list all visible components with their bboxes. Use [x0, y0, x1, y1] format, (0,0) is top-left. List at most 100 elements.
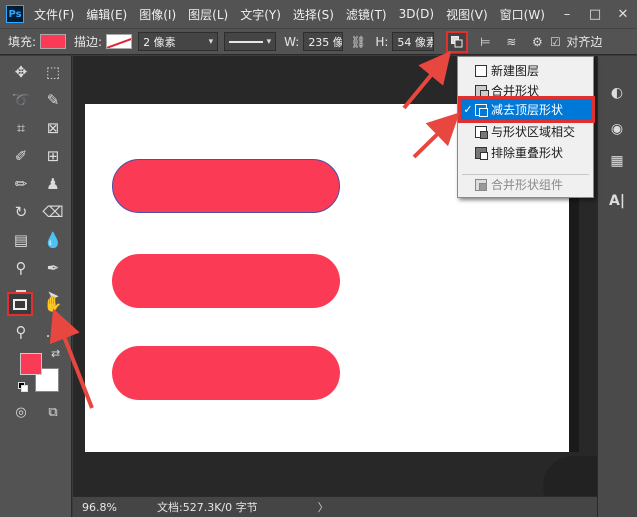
- eyedropper-tool[interactable]: ✐: [8, 144, 34, 168]
- checkmark-icon: ✓: [463, 103, 473, 116]
- rounded-rectangle-shape[interactable]: [112, 254, 340, 308]
- menu-item-merge-components: 合并形状组件: [458, 174, 593, 195]
- path-alignment-icon[interactable]: ⊨: [476, 33, 494, 51]
- menu-item-subtract-front-shape[interactable]: ✓ 减去顶层形状: [458, 99, 593, 120]
- stroke-width-value: 2 像素: [143, 35, 176, 49]
- default-colors-icon[interactable]: [18, 382, 28, 392]
- path-operations-icon: [451, 35, 463, 47]
- menu-item-label: 与形状区域相交: [491, 125, 576, 139]
- dodge-tool[interactable]: ⚲: [8, 256, 34, 280]
- width-label: W:: [284, 34, 300, 49]
- menu-3d[interactable]: 3D(D): [399, 7, 434, 21]
- menu-image[interactable]: 图像(I): [139, 6, 176, 23]
- align-edges-label: 对齐边: [566, 35, 603, 49]
- options-bar: 填充: 描边: 2 像素 ▾ ▾ W: 235 像 ⛓ H: 54 像素 ⊨ ≋…: [0, 28, 637, 55]
- menu-type[interactable]: 文字(Y): [240, 6, 281, 23]
- gradient-tool[interactable]: ▤: [8, 228, 34, 252]
- crop-tool[interactable]: ⌗: [8, 116, 34, 140]
- menu-item-exclude-overlap[interactable]: 排除重叠形状: [458, 142, 593, 163]
- subtract-front-shape-icon: [475, 103, 488, 117]
- gear-icon[interactable]: ⚙: [528, 33, 546, 51]
- quick-select-tool[interactable]: ✎: [40, 88, 66, 112]
- menu-item-label: 减去顶层形状: [491, 103, 564, 117]
- menu-item-new-layer[interactable]: 新建图层: [458, 60, 593, 81]
- marquee-tool[interactable]: ⬚: [40, 60, 66, 84]
- menu-item-label: 新建图层: [491, 64, 540, 78]
- path-arrangement-icon[interactable]: ≋: [502, 33, 520, 51]
- right-panel-strip: ◐ ◉ ▦ A|: [597, 56, 637, 517]
- zoom-tool[interactable]: ⚲: [8, 320, 34, 344]
- foreground-color-swatch[interactable]: [20, 353, 42, 375]
- link-icon[interactable]: ⛓: [349, 33, 367, 51]
- more-tools-icon[interactable]: …: [40, 320, 66, 344]
- menu-edit[interactable]: 编辑(E): [86, 6, 127, 23]
- rounded-rectangle-shape-selected[interactable]: [112, 159, 340, 213]
- stamp-tool[interactable]: ♟: [40, 172, 66, 196]
- exclude-overlap-icon: [475, 146, 488, 160]
- menu-item-intersect-shapes[interactable]: 与形状区域相交: [458, 121, 593, 142]
- zoom-level[interactable]: 96.8%: [73, 501, 121, 514]
- stroke-width-field[interactable]: 2 像素 ▾: [138, 32, 219, 51]
- menu-item-label: 排除重叠形状: [491, 146, 564, 160]
- menu-select[interactable]: 选择(S): [293, 6, 334, 23]
- brush-tool[interactable]: ✏: [8, 172, 34, 196]
- fill-color-swatch[interactable]: [40, 34, 67, 49]
- rectangle-tool[interactable]: [7, 292, 33, 316]
- character-icon[interactable]: A|: [606, 190, 628, 212]
- swatches-icon[interactable]: ▦: [606, 150, 628, 172]
- line-style-icon: [229, 40, 263, 43]
- menu-bar: Ps 文件(F) 编辑(E) 图像(I) 图层(L) 文字(Y) 选择(S) 滤…: [0, 0, 637, 28]
- maximize-button[interactable]: □: [581, 0, 609, 28]
- window-controls: – □ ✕: [553, 0, 637, 28]
- menu-item-combine-shapes[interactable]: 合并形状: [458, 80, 593, 101]
- menu-window[interactable]: 窗口(W): [500, 6, 545, 23]
- minimize-button[interactable]: –: [553, 0, 581, 28]
- stroke-label: 描边:: [74, 35, 103, 49]
- document-info: 文档:527.3K/0 字节: [157, 501, 258, 514]
- frame-tool[interactable]: ⊠: [40, 116, 66, 140]
- move-tool[interactable]: ✥: [8, 60, 34, 84]
- height-value: 54 像素: [397, 35, 435, 49]
- menu-layer[interactable]: 图层(L): [188, 6, 228, 23]
- chevron-down-icon: ▾: [266, 36, 272, 47]
- pen-tool[interactable]: ✒: [40, 256, 66, 280]
- color-icon[interactable]: ◉: [606, 118, 628, 140]
- history-brush-tool[interactable]: ↻: [8, 200, 34, 224]
- checkbox-icon[interactable]: ☑: [546, 33, 564, 51]
- width-field[interactable]: 235 像: [303, 32, 344, 51]
- chevron-down-icon: ▾: [208, 36, 214, 47]
- menu-item-label: 合并形状组件: [491, 178, 564, 192]
- swap-colors-icon[interactable]: ⇄: [51, 347, 60, 360]
- path-operations-menu: 新建图层 合并形状 ✓ 减去顶层形状 与形状区域相交 排除重叠形状 合并形状组件: [457, 56, 595, 198]
- status-menu-chevron-icon[interactable]: 〉: [318, 499, 329, 515]
- hand-tool[interactable]: ✋: [40, 292, 66, 316]
- status-bar: 96.8% 文档:527.3K/0 字节 〉: [73, 496, 597, 517]
- stroke-type-select[interactable]: ▾: [224, 32, 277, 51]
- height-label: H:: [375, 34, 389, 49]
- intersect-shapes-icon: [475, 125, 488, 139]
- width-value: 235 像: [308, 35, 344, 49]
- healing-brush-tool[interactable]: ⊞: [40, 144, 66, 168]
- fill-label: 填充:: [8, 35, 37, 49]
- new-layer-op-icon: [475, 64, 487, 77]
- path-operations-button[interactable]: [446, 30, 469, 53]
- tools-panel: ✥ ⬚ ➰ ✎ ⌗ ⊠ ✐ ⊞ ✏ ♟ ↻ ⌫ ▤ 💧 ⚲ ✒ T ➤ ✋ ⚲ …: [0, 56, 72, 517]
- adjustments-icon[interactable]: ◐: [606, 82, 628, 104]
- screen-mode-icon[interactable]: ⧉: [40, 400, 66, 424]
- rounded-rectangle-shape[interactable]: [112, 346, 340, 400]
- close-button[interactable]: ✕: [609, 0, 637, 28]
- stroke-color-swatch[interactable]: [106, 34, 133, 49]
- blur-tool[interactable]: 💧: [40, 228, 66, 252]
- combine-shapes-icon: [475, 84, 489, 99]
- menu-filter[interactable]: 滤镜(T): [346, 6, 387, 23]
- merge-components-icon: [475, 178, 487, 191]
- menu-view[interactable]: 视图(V): [446, 6, 488, 23]
- menu-item-label: 合并形状: [491, 84, 540, 98]
- quick-mask-icon[interactable]: ◎: [8, 400, 34, 424]
- menu-file[interactable]: 文件(F): [34, 6, 74, 23]
- height-field[interactable]: 54 像素: [392, 32, 435, 51]
- photoshop-logo: Ps: [6, 5, 24, 23]
- lasso-tool[interactable]: ➰: [8, 88, 34, 112]
- rectangle-icon: [13, 298, 27, 310]
- eraser-tool[interactable]: ⌫: [40, 200, 66, 224]
